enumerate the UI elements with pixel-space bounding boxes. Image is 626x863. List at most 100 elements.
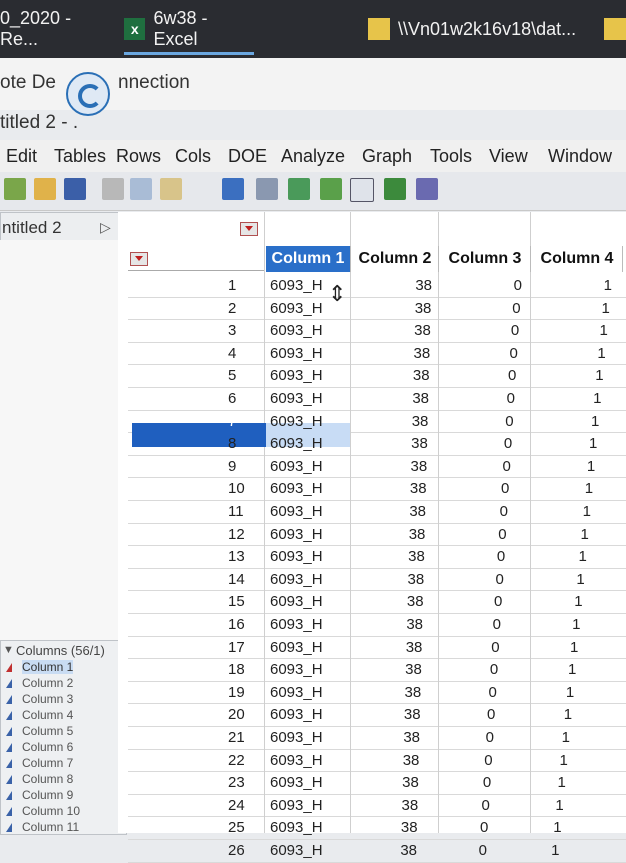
column-list-item[interactable]: Column 10 [22,804,80,818]
bars-icon[interactable] [320,178,342,200]
menu-edit[interactable]: Edit [6,146,37,167]
column-header-3[interactable]: Column 3 [440,246,531,272]
menu-rows[interactable]: Rows [116,146,161,167]
table-cell[interactable]: 38 [358,345,431,362]
table-cell[interactable]: 1 [492,706,572,723]
table-cell[interactable]: 6093_H [270,639,330,656]
table-cell[interactable]: 1 [490,729,570,746]
table-cell[interactable]: 1 [517,435,597,452]
table-cell[interactable]: 6093_H [270,548,330,565]
row-number[interactable]: 6 [228,390,262,407]
table-cell[interactable]: 6093_H [270,435,330,452]
row-number[interactable]: 3 [228,322,262,339]
table-cell[interactable]: 1 [482,819,561,836]
table-cell[interactable]: 38 [356,413,429,430]
row-number[interactable]: 5 [228,367,262,384]
row-number[interactable]: 26 [228,842,262,859]
table-cell[interactable]: 6093_H [270,300,330,317]
table-cell[interactable]: 38 [358,367,430,384]
table-cell[interactable]: 0 [423,684,496,701]
table-cell[interactable]: 0 [414,819,488,836]
table-cell[interactable]: 1 [519,413,599,430]
rows-menu-button[interactable] [130,252,148,266]
table-cell[interactable]: 1 [511,503,591,520]
table-cell[interactable]: 0 [437,458,510,475]
table-icon[interactable] [222,178,244,200]
table-cell[interactable]: 6093_H [270,458,330,475]
table-cell[interactable]: 0 [431,548,505,565]
formula-icon[interactable] [350,178,374,202]
expand-icon[interactable]: ▷ [100,219,111,236]
menu-doe[interactable]: DOE [228,146,267,167]
table-menu-button[interactable] [240,222,258,236]
table-cell[interactable]: 1 [513,480,593,497]
table-cell[interactable]: 0 [413,842,487,859]
taskbar-item-remote[interactable]: 0_2020 - Re... [0,6,112,52]
table-cell[interactable]: 0 [428,593,502,610]
table-cell[interactable]: 6093_H [270,684,330,701]
table-cell[interactable]: 6093_H [270,729,330,746]
column-list-item[interactable]: Column 8 [22,772,73,786]
table-cell[interactable]: 6093_H [270,503,330,520]
row-number[interactable]: 17 [228,639,262,656]
row-number[interactable]: 16 [228,616,262,633]
table-cell[interactable]: 6093_H [270,480,330,497]
column-list-item[interactable]: Column 11 [22,820,79,834]
column-header-4[interactable]: Column 4 [532,246,623,272]
menu-analyze[interactable]: Analyze [281,146,345,167]
folder-icon[interactable] [604,18,626,40]
table-cell[interactable]: 0 [421,706,495,723]
table-cell[interactable]: 6093_H [270,661,330,678]
table-cell[interactable]: 0 [447,300,520,317]
open-icon[interactable] [34,178,56,200]
table-cell[interactable]: 38 [348,729,420,746]
table-cell[interactable]: 1 [528,322,607,339]
row-number[interactable]: 18 [228,661,262,678]
column-list-item[interactable]: Column 5 [22,724,73,738]
table-cell[interactable]: 6093_H [270,842,330,859]
row-number[interactable]: 8 [228,435,262,452]
table-cell[interactable]: 38 [357,390,429,407]
table-cell[interactable]: 38 [359,322,431,339]
column-list-item[interactable]: Column 7 [22,756,73,770]
remote-desktop-icon[interactable] [66,72,110,116]
table-cell[interactable]: 38 [353,526,426,543]
table-cell[interactable]: 1 [530,300,610,317]
taskbar-item-folder[interactable]: \\Vn01w2k16v18\dat... [368,6,598,52]
table-cell[interactable]: 38 [346,819,418,836]
table-cell[interactable]: 0 [419,752,492,769]
table-cell[interactable]: 38 [345,842,417,859]
table-cell[interactable]: 1 [496,661,576,678]
table-cell[interactable]: 0 [430,571,503,588]
table-cell[interactable]: 0 [448,277,522,294]
chevron-down-icon[interactable]: ▼ [3,644,14,656]
row-number[interactable]: 23 [228,774,262,791]
column-list-item[interactable]: Column 4 [22,708,73,722]
row-number[interactable]: 15 [228,593,262,610]
row-number[interactable]: 10 [228,480,262,497]
table-cell[interactable]: 38 [350,639,423,656]
table-cell[interactable]: 0 [441,390,515,407]
table-cell[interactable]: 0 [417,774,491,791]
column-list-item[interactable]: Column 9 [22,788,73,802]
table-cell[interactable]: 1 [480,842,559,859]
arrow-icon[interactable] [384,178,406,200]
table-cell[interactable]: 1 [532,277,612,294]
table-cell[interactable]: 0 [420,729,494,746]
row-number[interactable]: 7 [228,413,262,430]
table-cell[interactable]: 1 [526,345,605,362]
table-cell[interactable]: 38 [352,571,425,588]
table-cell[interactable]: 1 [524,367,603,384]
table-cell[interactable]: 1 [505,571,584,588]
row-number[interactable]: 25 [228,819,262,836]
table-cell[interactable]: 0 [426,639,499,656]
table-cell[interactable]: 0 [444,345,517,362]
row-number[interactable]: 21 [228,729,262,746]
column-list-item[interactable]: Column 2 [22,676,73,690]
row-number[interactable]: 20 [228,706,262,723]
table-cell[interactable]: 1 [501,616,580,633]
table-cell[interactable]: 1 [486,774,565,791]
table-cell[interactable]: 38 [355,480,427,497]
table-cell[interactable]: 1 [494,684,574,701]
paste-icon[interactable] [160,178,182,200]
